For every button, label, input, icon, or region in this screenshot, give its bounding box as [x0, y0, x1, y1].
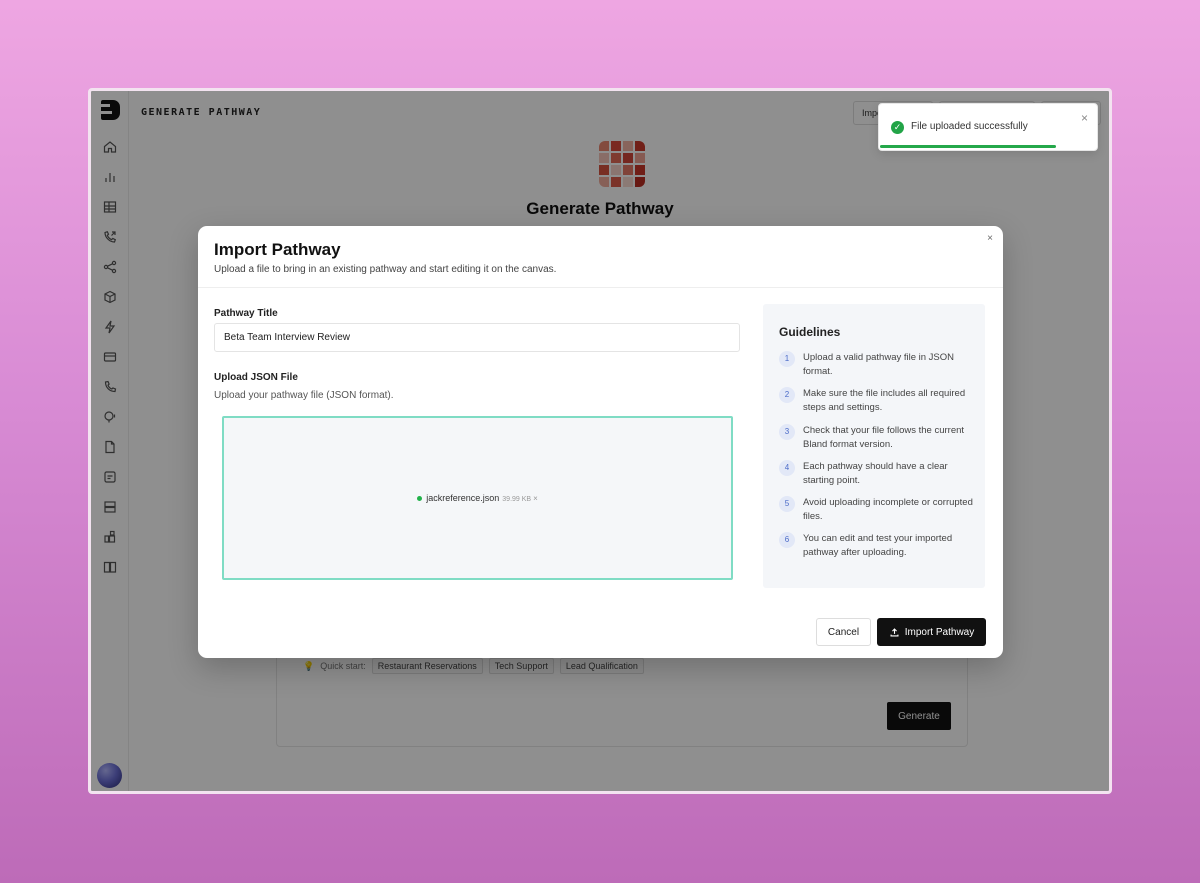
guideline-item: 2 Make sure the file includes all requir… — [779, 387, 973, 415]
guideline-number: 5 — [779, 496, 795, 512]
file-name: jackreference.json — [426, 493, 500, 503]
modal-subtitle: Upload a file to bring in an existing pa… — [214, 264, 557, 275]
guideline-number: 6 — [779, 532, 795, 548]
guideline-text: You can edit and test your imported path… — [803, 533, 953, 558]
upload-icon — [890, 627, 899, 636]
guideline-text: Make sure the file includes all required… — [803, 388, 966, 413]
upload-description: Upload your pathway file (JSON format). — [214, 390, 394, 401]
toast-progress-bar — [880, 145, 1056, 148]
modal-title: Import Pathway — [214, 240, 341, 259]
file-status-dot — [417, 496, 423, 502]
guideline-number: 2 — [779, 387, 795, 403]
remove-file-icon[interactable]: × — [533, 494, 538, 503]
guideline-number: 3 — [779, 424, 795, 440]
guideline-item: 6 You can edit and test your imported pa… — [779, 532, 973, 560]
guideline-item: 3 Check that your file follows the curre… — [779, 424, 973, 452]
modal-header: Import Pathway Upload a file to bring in… — [198, 226, 1003, 288]
check-circle-icon: ✓ — [891, 121, 904, 134]
guideline-text: Upload a valid pathway file in JSON form… — [803, 352, 955, 377]
guideline-item: 4 Each pathway should have a clear start… — [779, 460, 973, 488]
import-pathway-label: Import Pathway — [904, 626, 975, 638]
import-pathway-modal: × Import Pathway Upload a file to bring … — [198, 226, 1003, 658]
cancel-button[interactable]: Cancel — [816, 618, 871, 646]
guideline-item: 5 Avoid uploading incomplete or corrupte… — [779, 496, 973, 524]
file-size: 39.99 KB — [502, 496, 532, 503]
upload-json-label: Upload JSON File — [214, 372, 298, 383]
guideline-number: 1 — [779, 351, 795, 367]
guideline-number: 4 — [779, 460, 795, 476]
guidelines-title: Guidelines — [779, 325, 841, 339]
guideline-text: Avoid uploading incomplete or corrupted … — [803, 497, 973, 522]
guideline-text: Check that your file follows the current… — [803, 425, 965, 450]
guidelines-panel: Guidelines 1 Upload a valid pathway file… — [763, 304, 985, 588]
toast-message: File uploaded successfully — [911, 121, 1028, 132]
guideline-item: 1 Upload a valid pathway file in JSON fo… — [779, 351, 973, 379]
toast-close-icon[interactable]: × — [1081, 111, 1088, 125]
upload-success-toast: ✓ File uploaded successfully × — [878, 103, 1098, 151]
file-dropzone[interactable]: jackreference.json 39.99 KB × — [222, 416, 733, 580]
uploaded-file: jackreference.json 39.99 KB × — [224, 493, 731, 503]
app-window: GENERATE PATHWAY Impo Generate Pathway 💡… — [88, 88, 1112, 794]
import-pathway-button[interactable]: Import Pathway — [877, 618, 986, 646]
pathway-title-label: Pathway Title — [214, 308, 278, 319]
guideline-text: Each pathway should have a clear startin… — [803, 461, 948, 486]
pathway-title-input[interactable] — [214, 323, 740, 352]
